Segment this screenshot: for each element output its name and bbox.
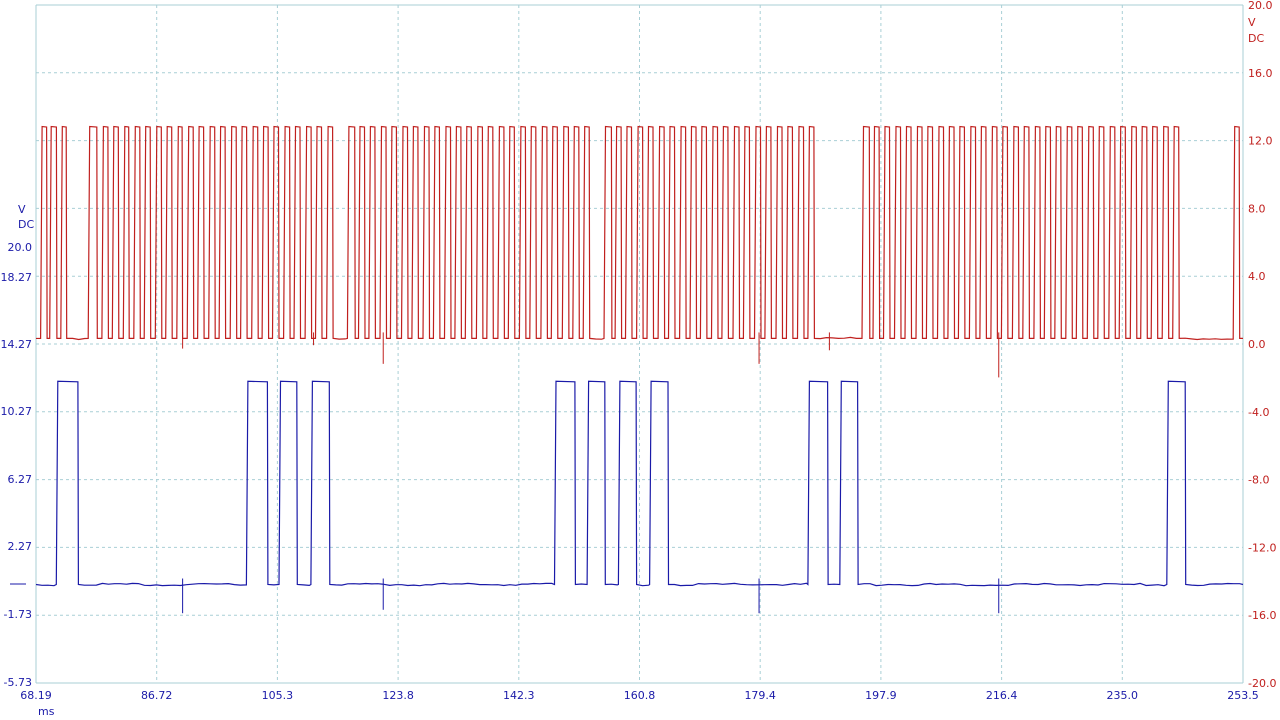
x-tick-label: 253.5: [1227, 689, 1259, 702]
x-tick-label: 123.8: [382, 689, 414, 702]
right-tick-label: 16.0: [1248, 67, 1273, 80]
left-tick-label: 10.27: [1, 405, 33, 418]
right-tick-label: -8.0: [1248, 474, 1269, 487]
left-axis-mode: DC: [18, 218, 34, 231]
left-axis-unit: V: [18, 203, 26, 216]
x-tick-label: 179.4: [744, 689, 776, 702]
x-axis-unit: ms: [38, 705, 55, 718]
x-tick-label: 86.72: [141, 689, 173, 702]
left-tick-label: 18.27: [1, 271, 33, 284]
left-tick-label: 6.27: [8, 473, 33, 486]
oscilloscope-chart: V DC 20.0 18.27 14.27 10.27 6.27 2.27 -1.73 -5.…: [1, 0, 1277, 718]
right-tick-label: 0.0: [1248, 338, 1266, 351]
right-tick-label: 12.0: [1248, 135, 1273, 148]
right-tick-label: -16.0: [1248, 609, 1276, 622]
x-tick-label: 142.3: [503, 689, 535, 702]
left-axis: V DC 20.0 18.27 14.27 10.27 6.27 2.27 -1.73 -5.…: [1, 203, 35, 689]
x-tick-label: 160.8: [624, 689, 656, 702]
right-tick-label: 20.0: [1248, 0, 1273, 12]
x-tick-label: 105.3: [262, 689, 294, 702]
right-axis: V DC 20.0 16.0 12.0 8.0 4.0 0.0 -4.0 -8.0 -12.0 -…: [1248, 0, 1276, 690]
left-tick-label: -1.73: [4, 608, 32, 621]
right-tick-label: -4.0: [1248, 406, 1269, 419]
x-tick-label: 216.4: [986, 689, 1018, 702]
left-tick-label: 2.27: [8, 540, 33, 553]
grid: [35, 4, 1244, 684]
x-tick-label: 197.9: [865, 689, 897, 702]
left-tick-label: 14.27: [1, 338, 33, 351]
x-tick-label: 68.19: [20, 689, 52, 702]
left-tick-label: -5.73: [4, 676, 32, 689]
right-axis-unit: V: [1248, 16, 1256, 29]
left-tick-label: 20.0: [8, 241, 33, 254]
right-tick-label: 4.0: [1248, 270, 1266, 283]
right-tick-label: 8.0: [1248, 202, 1266, 215]
x-axis: ms 68.19 86.72 105.3 123.8 142.3 160.8 179.4 19…: [20, 689, 1259, 718]
right-axis-mode: DC: [1248, 32, 1264, 45]
right-tick-label: -12.0: [1248, 541, 1276, 554]
x-tick-label: 235.0: [1107, 689, 1139, 702]
